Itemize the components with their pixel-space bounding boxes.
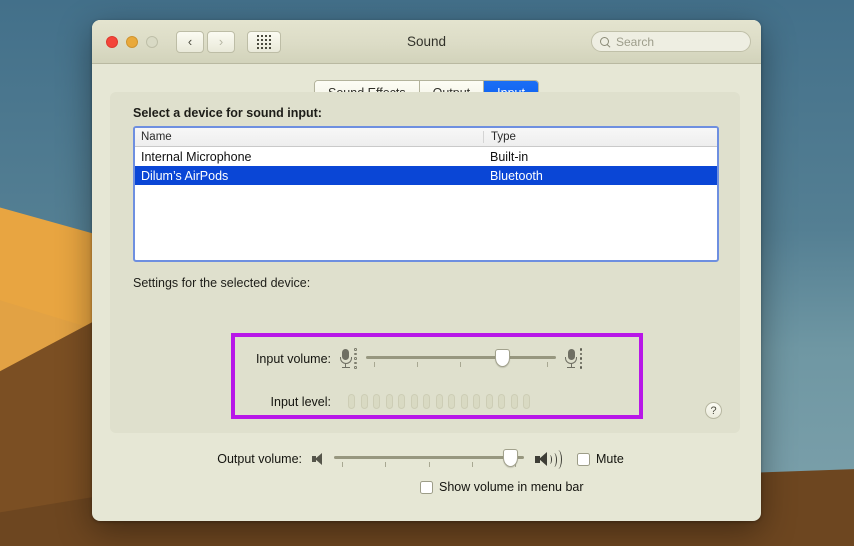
close-button[interactable]	[106, 35, 118, 48]
level-segment	[385, 394, 393, 409]
input-settings-panel: Select a device for sound input: Name Ty…	[110, 92, 740, 433]
show-in-menu-bar-control[interactable]: Show volume in menu bar	[110, 480, 761, 494]
output-volume-slider[interactable]	[334, 448, 524, 470]
slider-knob[interactable]	[494, 348, 510, 367]
forward-button: ›	[207, 30, 235, 53]
sound-preferences-window: ‹ › Sound Sound Effects Output Input	[92, 20, 761, 521]
speaker-quiet-icon	[312, 452, 325, 466]
device-name: Internal Microphone	[141, 149, 252, 164]
level-segment	[348, 394, 355, 409]
input-level-meter	[348, 394, 530, 409]
question-mark-icon: ?	[710, 404, 717, 417]
output-volume-row: Output volume: Mute	[110, 448, 761, 470]
level-segment	[373, 394, 380, 409]
mute-label: Mute	[596, 452, 624, 466]
level-segment	[423, 394, 430, 409]
mute-control[interactable]: Mute	[577, 452, 624, 466]
device-section-label: Select a device for sound input:	[133, 106, 322, 120]
level-segment	[523, 394, 530, 409]
level-segment	[473, 394, 480, 409]
level-segment	[448, 394, 455, 409]
device-type: Bluetooth	[490, 168, 543, 183]
mute-checkbox[interactable]	[577, 452, 590, 466]
microphone-low-waves-icon	[354, 348, 357, 369]
chevron-right-icon: ›	[218, 34, 224, 49]
grid-icon	[257, 34, 271, 49]
table-row[interactable]: Dilum’s AirPods Bluetooth	[135, 166, 717, 185]
chevron-left-icon: ‹	[187, 34, 193, 49]
highlight-box: Input volume: Input level:	[231, 333, 643, 419]
table-header: Name Type	[135, 128, 717, 147]
input-volume-label: Input volume:	[255, 351, 331, 366]
search-icon	[599, 36, 611, 48]
microphone-high-waves-icon	[579, 348, 582, 369]
output-volume-label: Output volume:	[217, 452, 302, 466]
slider-track	[334, 456, 524, 459]
show-volume-label: Show volume in menu bar	[439, 480, 584, 494]
window-titlebar: ‹ › Sound	[92, 20, 761, 64]
help-button[interactable]: ?	[705, 402, 722, 419]
level-segment	[360, 394, 368, 409]
settings-section-label: Settings for the selected device:	[133, 276, 311, 290]
device-name: Dilum’s AirPods	[141, 168, 229, 183]
device-table[interactable]: Name Type Internal Microphone Built-in D…	[133, 126, 719, 262]
device-type: Built-in	[490, 149, 529, 164]
microphone-high-icon	[565, 348, 578, 369]
zoom-button	[146, 35, 158, 48]
show-volume-checkbox[interactable]	[420, 480, 433, 494]
level-segment	[498, 394, 505, 409]
column-header-name[interactable]: Name	[135, 131, 483, 143]
traffic-lights	[106, 35, 158, 48]
input-level-row: Input level:	[235, 380, 639, 423]
search-field[interactable]	[591, 31, 751, 52]
input-level-label: Input level:	[270, 394, 331, 409]
navigation-buttons: ‹ ›	[176, 30, 235, 53]
minimize-button[interactable]	[126, 35, 138, 48]
level-segment	[485, 394, 493, 409]
table-row[interactable]: Internal Microphone Built-in	[135, 147, 717, 166]
output-controls: Output volume: Mute Show volume in menu …	[92, 448, 761, 494]
speaker-loud-icon	[535, 450, 565, 469]
input-volume-row: Input volume:	[235, 337, 639, 380]
slider-ticks	[366, 361, 556, 367]
show-all-button[interactable]	[247, 30, 281, 53]
slider-ticks	[334, 462, 524, 467]
back-button[interactable]: ‹	[176, 30, 204, 53]
level-segment	[460, 394, 468, 409]
level-segment	[510, 394, 518, 409]
level-segment	[410, 394, 418, 409]
column-header-type[interactable]: Type	[483, 131, 717, 143]
level-segment	[435, 394, 443, 409]
search-input[interactable]	[616, 34, 736, 49]
slider-track	[365, 355, 556, 359]
level-segment	[398, 394, 405, 409]
input-volume-slider[interactable]	[365, 348, 556, 370]
microphone-low-icon	[339, 348, 352, 369]
